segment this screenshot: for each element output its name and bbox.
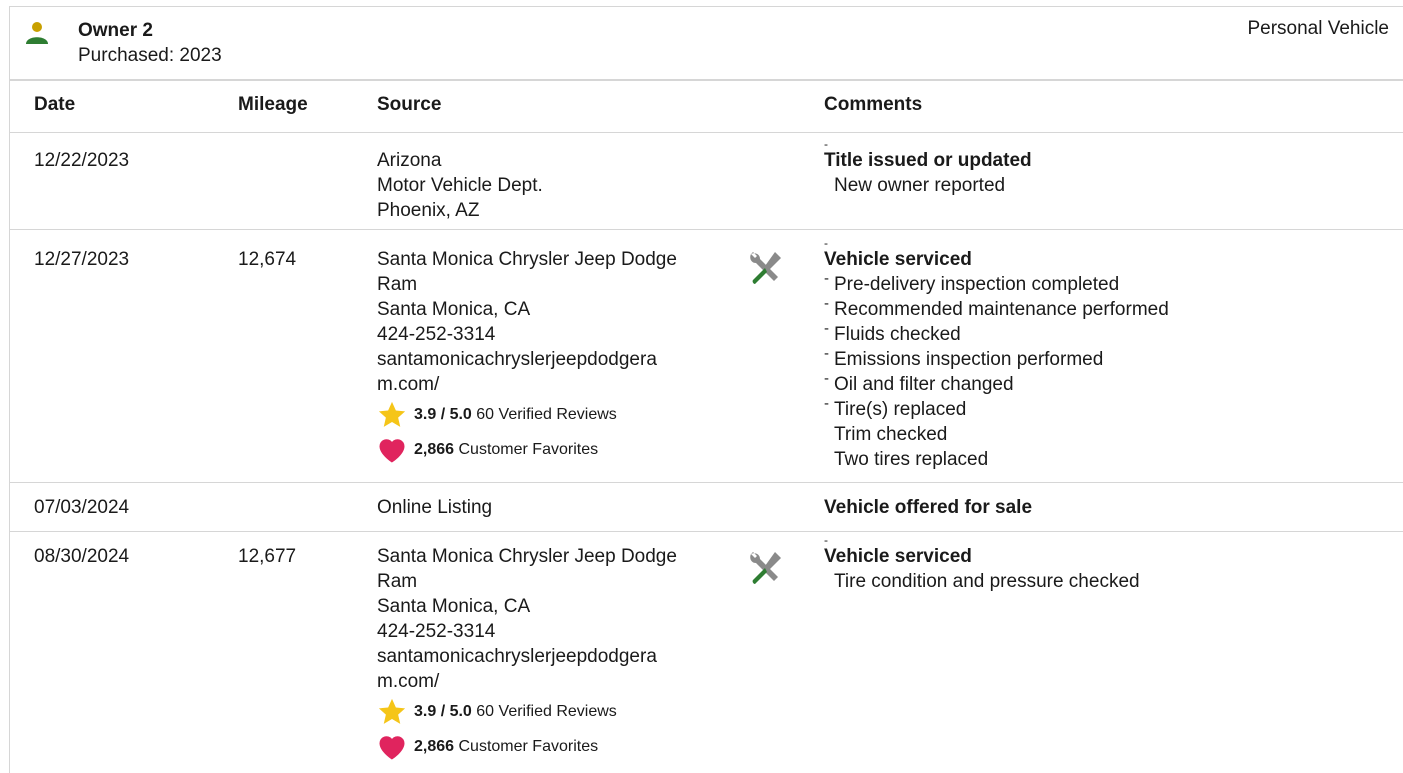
favorites-label: Customer Favorites xyxy=(458,738,599,755)
star-icon xyxy=(378,698,406,724)
comment-item: - Pre-delivery inspection completed xyxy=(824,270,1120,295)
source-line: Ram xyxy=(377,571,418,592)
source-line: Santa Monica Chrysler Jeep Dodge xyxy=(377,249,677,270)
favorites-label: Customer Favorites xyxy=(458,441,599,458)
source-line: Santa Monica, CA xyxy=(377,299,531,320)
comment-title: Vehicle serviced xyxy=(824,249,972,270)
table-row: 07/03/2024 Online Listing Vehicle offere… xyxy=(9,483,1403,532)
dealer-favorites[interactable]: 2,866 Customer Favorites xyxy=(377,729,677,764)
column-header-date: Date xyxy=(34,94,76,115)
column-header-source: Source xyxy=(377,94,442,115)
comment-item: Two tires replaced xyxy=(834,449,989,470)
source-line: Phoenix, AZ xyxy=(377,200,480,221)
comment-item: Tire condition and pressure checked xyxy=(834,571,1140,592)
comment-item: - Recommended maintenance performed xyxy=(824,295,1169,320)
row-mileage: 12,677 xyxy=(238,546,297,567)
comment-item: Trim checked xyxy=(834,424,948,445)
comment-item: - Tire(s) replaced xyxy=(824,395,967,420)
dealer-rating[interactable]: 3.9 / 5.0 60 Verified Reviews xyxy=(377,397,677,432)
source-line: Ram xyxy=(377,274,418,295)
row-comments: - Vehicle serviced Tire condition and pr… xyxy=(824,533,1140,592)
rating-value: 3.9 / 5.0 xyxy=(414,406,472,423)
column-header-mileage: Mileage xyxy=(238,94,308,115)
service-wrench-icon xyxy=(750,552,781,584)
row-source: Santa Monica Chrysler Jeep Dodge Ram San… xyxy=(377,247,677,467)
table-row: 12/22/2023 Arizona Motor Vehicle Dept. P… xyxy=(9,133,1403,230)
source-line: Santa Monica, CA xyxy=(377,596,531,617)
source-line: Santa Monica Chrysler Jeep Dodge xyxy=(377,546,677,567)
row-date: 08/30/2024 xyxy=(34,546,130,567)
source-website[interactable]: santamonicachryslerjeepdodgera xyxy=(377,347,677,372)
source-line: Motor Vehicle Dept. xyxy=(377,175,543,196)
table-header: Date Mileage Source Comments xyxy=(9,79,1403,133)
vehicle-type: Personal Vehicle xyxy=(1247,18,1389,39)
service-wrench-icon xyxy=(750,252,781,284)
comment-title: Vehicle serviced xyxy=(824,546,972,567)
comment-item: - Oil and filter changed xyxy=(824,370,1014,395)
owner-name: Owner 2 xyxy=(78,20,153,41)
source-website[interactable]: m.com/ xyxy=(377,372,677,397)
comment-item: - Emissions inspection performed xyxy=(824,345,1104,370)
comment-item: - Fluids checked xyxy=(824,320,961,345)
star-icon xyxy=(378,401,406,427)
row-date: 12/22/2023 xyxy=(34,150,130,171)
dealer-rating[interactable]: 3.9 / 5.0 60 Verified Reviews xyxy=(377,694,677,729)
reviews-count: 60 Verified Reviews xyxy=(476,406,617,423)
table-row: 12/27/2023 12,674 Santa Monica Chrysler … xyxy=(9,230,1403,483)
row-date: 07/03/2024 xyxy=(34,497,130,518)
comment-title: Vehicle offered for sale xyxy=(824,497,1033,518)
source-line: Arizona xyxy=(377,150,442,171)
row-comments: - Title issued or updated New owner repo… xyxy=(824,137,1032,196)
source-phone[interactable]: 424-252-3314 xyxy=(377,619,677,644)
source-phone[interactable]: 424-252-3314 xyxy=(377,322,677,347)
favorites-count: 2,866 xyxy=(414,738,455,755)
source-website[interactable]: m.com/ xyxy=(377,669,677,694)
column-header-comments: Comments xyxy=(824,94,923,115)
row-mileage: 12,674 xyxy=(238,249,297,270)
table-row: 08/30/2024 12,677 Santa Monica Chrysler … xyxy=(9,532,1403,773)
person-icon xyxy=(26,22,48,44)
owner-purchased-year: Purchased: 2023 xyxy=(78,45,222,66)
reviews-count: 60 Verified Reviews xyxy=(476,703,617,720)
heart-icon xyxy=(379,736,405,760)
row-source: Arizona Motor Vehicle Dept. Phoenix, AZ xyxy=(377,148,543,223)
comment-title: Title issued or updated xyxy=(824,150,1032,171)
rating-value: 3.9 / 5.0 xyxy=(414,703,472,720)
heart-icon xyxy=(379,439,405,463)
comment-item: New owner reported xyxy=(834,175,1006,196)
dealer-favorites[interactable]: 2,866 Customer Favorites xyxy=(377,432,677,467)
row-source: Online Listing xyxy=(377,497,493,518)
row-date: 12/27/2023 xyxy=(34,249,130,270)
row-comments: - Vehicle serviced - Pre-delivery inspect… xyxy=(824,236,1169,470)
source-website[interactable]: santamonicachryslerjeepdodgera xyxy=(377,644,677,669)
favorites-count: 2,866 xyxy=(414,441,455,458)
row-source: Santa Monica Chrysler Jeep Dodge Ram San… xyxy=(377,544,677,764)
